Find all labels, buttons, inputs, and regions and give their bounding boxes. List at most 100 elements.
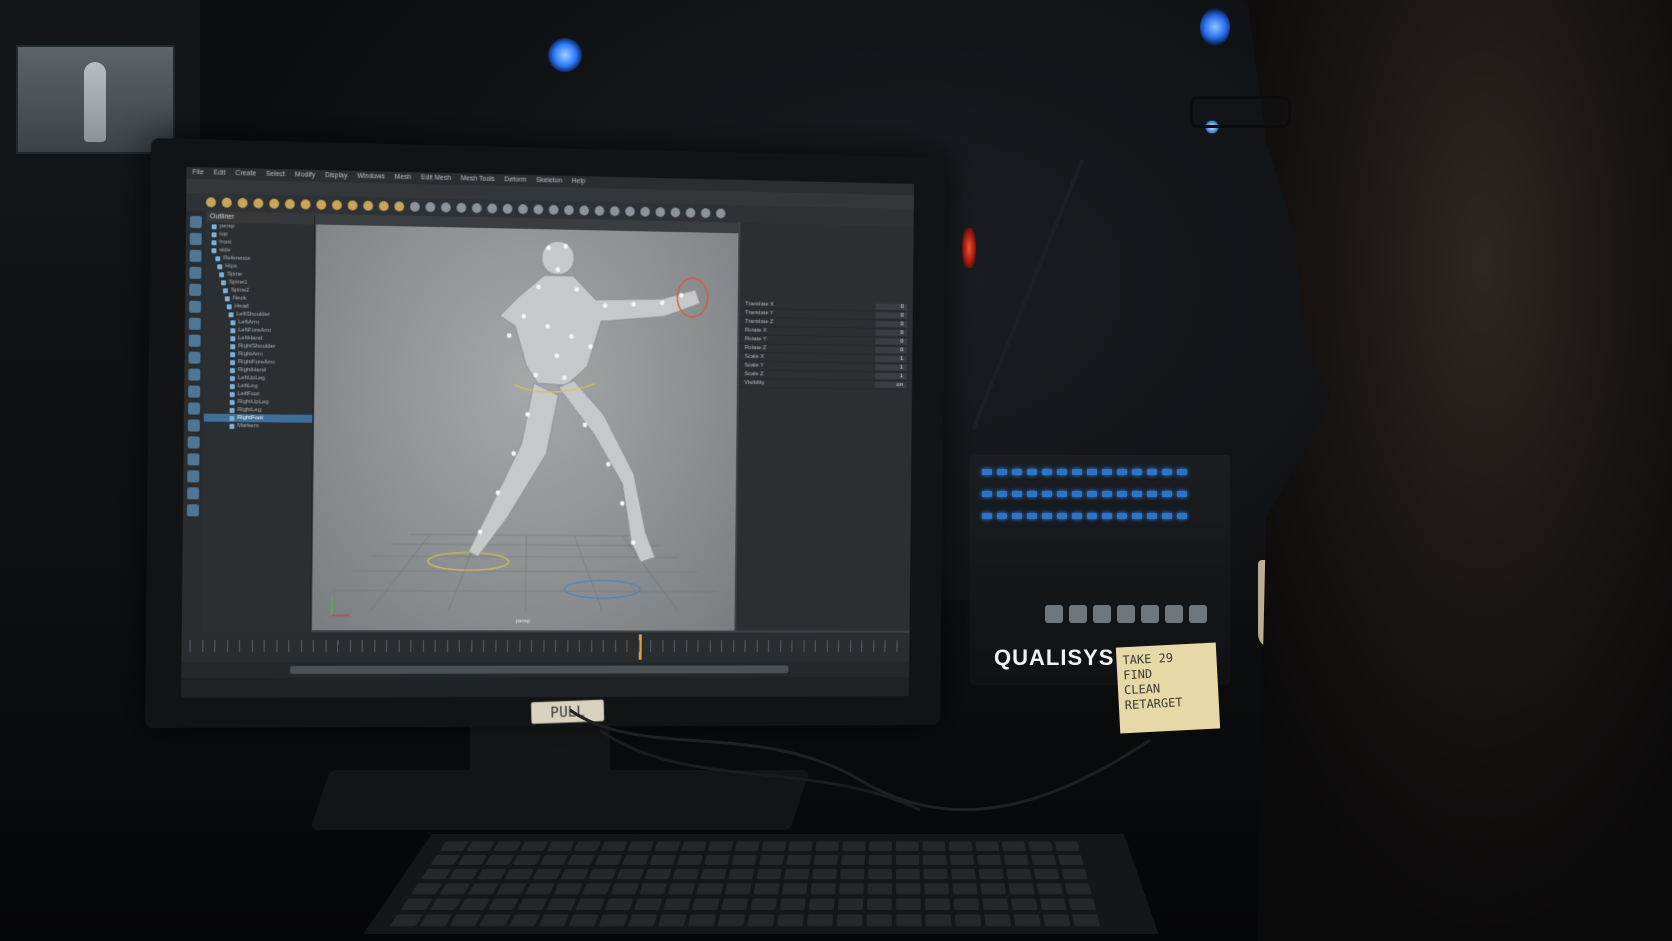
key[interactable] — [836, 914, 863, 927]
3d-viewport[interactable]: persp — [311, 213, 739, 631]
key[interactable] — [430, 854, 461, 865]
menu-item[interactable]: Mesh — [395, 172, 412, 184]
key[interactable] — [582, 883, 611, 895]
key[interactable] — [1036, 883, 1064, 895]
key[interactable] — [546, 898, 577, 910]
key[interactable] — [644, 868, 672, 880]
key[interactable] — [922, 841, 946, 852]
shelf-tool-icon[interactable] — [700, 208, 711, 219]
shelf-tool-icon[interactable] — [685, 207, 696, 218]
key[interactable] — [954, 914, 982, 927]
shelf-tool-icon[interactable] — [456, 202, 467, 213]
tool-icon[interactable] — [189, 232, 202, 246]
tool-icon[interactable] — [188, 334, 201, 347]
shelf-tool-icon[interactable] — [440, 202, 451, 213]
key[interactable] — [1010, 898, 1038, 910]
key[interactable] — [598, 914, 629, 927]
key[interactable] — [868, 854, 893, 865]
outliner-item[interactable]: Markers — [204, 422, 312, 431]
menu-item[interactable]: Create — [235, 168, 256, 180]
shelf-tool-icon[interactable] — [670, 207, 681, 218]
key[interactable] — [1006, 868, 1032, 880]
key[interactable] — [781, 883, 808, 895]
key[interactable] — [573, 841, 601, 852]
key[interactable] — [982, 898, 1009, 910]
rack-button[interactable] — [1069, 605, 1087, 623]
rack-button[interactable] — [1165, 605, 1183, 623]
key[interactable] — [458, 898, 491, 910]
key[interactable] — [466, 841, 496, 852]
tool-icon[interactable] — [187, 419, 200, 432]
key[interactable] — [525, 883, 555, 895]
key[interactable] — [389, 914, 423, 927]
key[interactable] — [704, 854, 731, 865]
key[interactable] — [1003, 854, 1029, 865]
tool-icon[interactable] — [187, 487, 200, 500]
key[interactable] — [924, 883, 950, 895]
shelf-tool-icon[interactable] — [363, 200, 374, 211]
menu-item[interactable]: Deform — [504, 174, 526, 186]
key[interactable] — [1042, 914, 1071, 927]
key[interactable] — [896, 883, 921, 895]
key[interactable] — [439, 841, 469, 852]
shelf-tool-icon[interactable] — [221, 197, 232, 208]
time-slider[interactable] — [181, 632, 910, 662]
key[interactable] — [560, 868, 590, 880]
key[interactable] — [604, 898, 634, 910]
rack-button[interactable] — [1141, 605, 1159, 623]
key[interactable] — [758, 854, 785, 865]
tool-icon[interactable] — [189, 249, 202, 262]
menu-item[interactable]: Display — [325, 170, 348, 182]
rack-button[interactable] — [1093, 605, 1111, 623]
key[interactable] — [1001, 841, 1027, 852]
key[interactable] — [439, 883, 471, 895]
key[interactable] — [978, 868, 1004, 880]
key[interactable] — [532, 868, 562, 880]
key[interactable] — [813, 854, 839, 865]
shelf-tool-icon[interactable] — [594, 205, 605, 216]
key[interactable] — [784, 868, 810, 880]
shelf-tool-icon[interactable] — [425, 202, 436, 213]
shelf-tool-icon[interactable] — [331, 200, 342, 211]
key[interactable] — [866, 898, 892, 910]
key[interactable] — [600, 841, 628, 852]
tool-icon[interactable] — [188, 351, 201, 364]
key[interactable] — [667, 883, 696, 895]
key[interactable] — [687, 914, 717, 927]
channel-value[interactable]: 1 — [875, 364, 907, 371]
shelf-tool-icon[interactable] — [640, 206, 650, 217]
shelf-tool-icon[interactable] — [502, 203, 513, 214]
key[interactable] — [721, 898, 749, 910]
key[interactable] — [1039, 898, 1067, 910]
channel-value[interactable]: on — [875, 381, 907, 388]
key[interactable] — [949, 854, 975, 865]
key[interactable] — [810, 883, 836, 895]
key[interactable] — [676, 854, 704, 865]
tool-icon[interactable] — [188, 317, 201, 330]
key[interactable] — [1028, 841, 1054, 852]
key[interactable] — [1068, 898, 1097, 910]
key[interactable] — [627, 841, 654, 852]
channel-value[interactable]: 0 — [875, 347, 907, 354]
shelf-tool-icon[interactable] — [409, 201, 420, 212]
channel-value[interactable]: 0 — [875, 312, 908, 319]
key[interactable] — [538, 914, 570, 927]
key[interactable] — [707, 841, 734, 852]
shelf-tool-icon[interactable] — [564, 205, 574, 216]
key[interactable] — [747, 914, 775, 927]
key[interactable] — [429, 898, 462, 910]
key[interactable] — [410, 883, 443, 895]
key[interactable] — [750, 898, 778, 910]
key[interactable] — [866, 914, 892, 927]
key[interactable] — [662, 898, 692, 910]
key[interactable] — [479, 914, 511, 927]
key[interactable] — [476, 868, 507, 880]
key[interactable] — [808, 898, 835, 910]
key[interactable] — [487, 898, 519, 910]
key[interactable] — [639, 883, 668, 895]
key[interactable] — [649, 854, 677, 865]
menu-item[interactable]: Modify — [295, 169, 315, 181]
key[interactable] — [1072, 914, 1101, 927]
key[interactable] — [923, 868, 948, 880]
channel-value[interactable]: 0 — [875, 303, 908, 310]
